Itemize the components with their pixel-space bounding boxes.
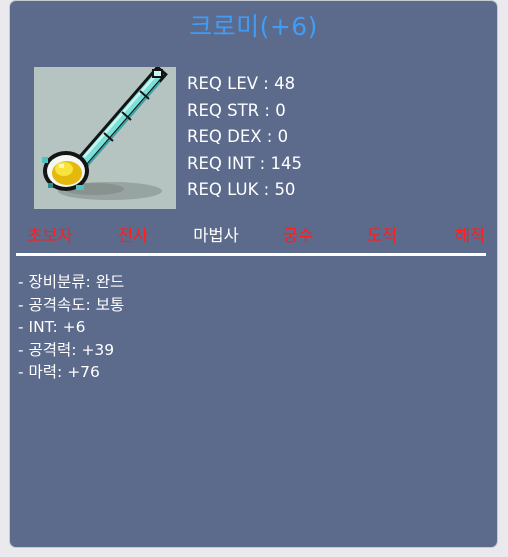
job-pirate: 해적 bbox=[454, 226, 486, 245]
stat-attack-speed: - 공격속도: 보통 bbox=[18, 295, 125, 314]
job-archer: 궁수 bbox=[282, 226, 314, 245]
req-level: REQ LEV : 48 bbox=[187, 74, 296, 93]
stat-int: - INT: +6 bbox=[18, 318, 86, 336]
job-thief: 도적 bbox=[366, 226, 398, 245]
stat-attack: - 공격력: +39 bbox=[18, 340, 115, 359]
req-int: REQ INT : 145 bbox=[187, 153, 302, 173]
req-luk: REQ LUK : 50 bbox=[187, 180, 296, 199]
stat-equip-type: - 장비분류: 완드 bbox=[18, 273, 125, 291]
job-magician: 마법사 bbox=[193, 226, 239, 245]
job-restrictions: 초보자 전사 마법사 궁수 도적 해적 bbox=[14, 223, 494, 249]
req-str: REQ STR : 0 bbox=[187, 100, 286, 120]
job-warrior: 전사 bbox=[117, 226, 149, 245]
job-beginner: 초보자 bbox=[27, 226, 73, 245]
requirements-list: REQ LEV : 48 REQ STR : 0 REQ DEX : 0 REQ… bbox=[187, 71, 302, 204]
stat-magic-attack: - 마력: +76 bbox=[18, 363, 100, 381]
item-name: 크로미(+6) bbox=[189, 12, 318, 41]
wand-icon bbox=[42, 67, 168, 200]
req-dex: REQ DEX : 0 bbox=[187, 127, 289, 146]
divider bbox=[16, 253, 486, 256]
item-tooltip: 크로미(+6) REQ LEV: 48 REQ STR: 0 REQ DEX… bbox=[10, 1, 497, 547]
item-stats: - 장비분류: 완드 - 공격속도: 보통 - INT: +6 - 공격력: +… bbox=[18, 271, 124, 384]
item-icon-frame bbox=[34, 67, 176, 209]
